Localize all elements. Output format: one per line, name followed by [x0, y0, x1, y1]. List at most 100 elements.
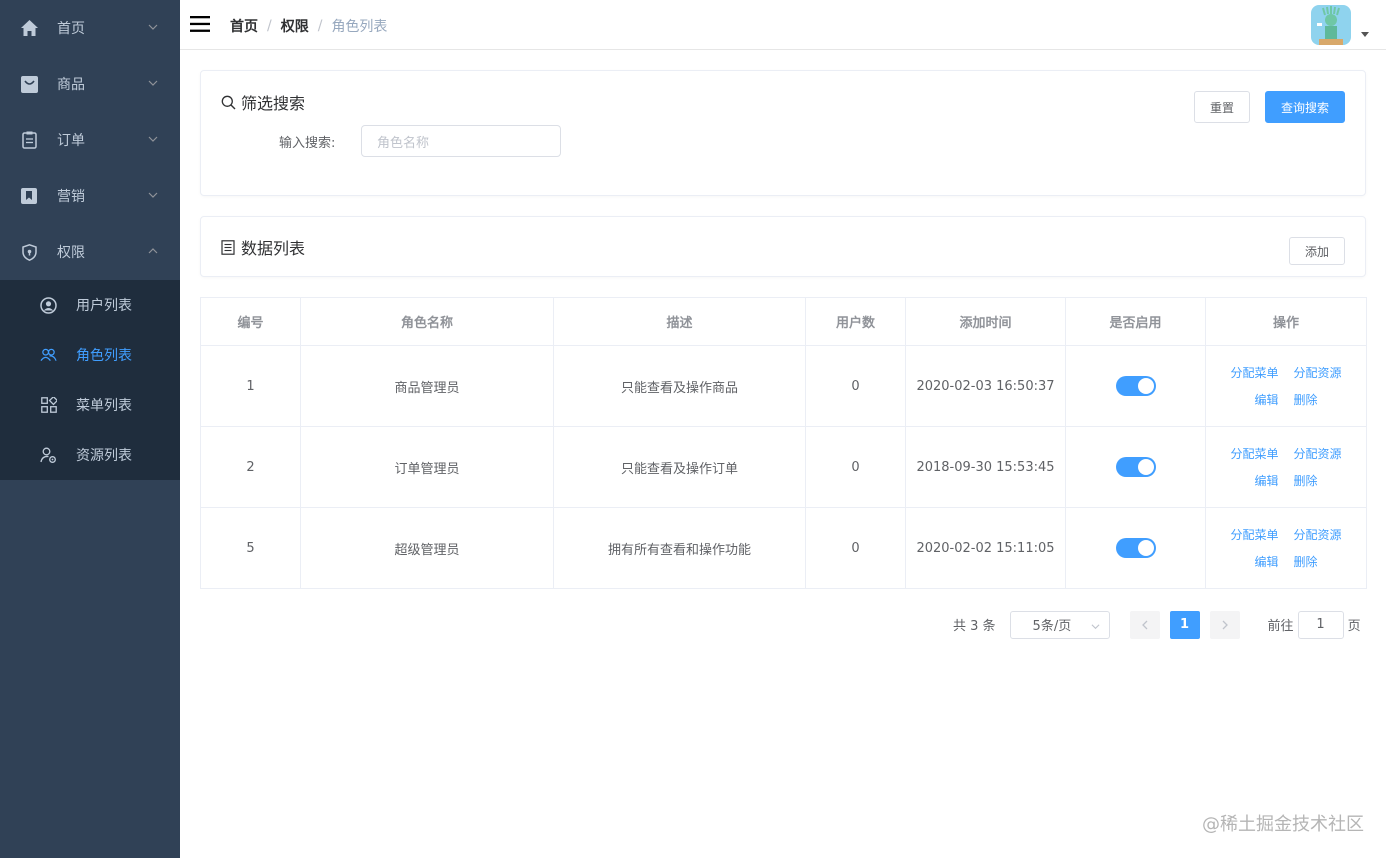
header-id: 编号 [200, 297, 301, 346]
permissions-submenu: 用户列表 角色列表 菜单列表 资源列表 [0, 280, 180, 480]
page-size-select[interactable]: 5条/页 [1009, 610, 1110, 639]
filter-card: 筛选搜索 重置 查询搜索 输入搜索: 角色名称 [200, 70, 1366, 196]
cell-enabled [1065, 507, 1206, 589]
chevron-down-icon [148, 192, 158, 198]
cell-role-name: 超级管理员 [300, 507, 554, 589]
sidebar-item-label: 首页 [57, 21, 85, 37]
breadcrumb-permissions[interactable]: 权限 [281, 16, 309, 36]
cell-description: 拥有所有查看和操作功能 [553, 507, 806, 589]
header-actions: 操作 [1205, 297, 1367, 346]
sidebar-item-home[interactable]: 首页 [0, 0, 180, 56]
sidebar-item-orders[interactable]: 订单 [0, 112, 180, 168]
delete-link[interactable]: 删除 [1294, 472, 1318, 489]
assign-resource-link[interactable]: 分配资源 [1294, 445, 1342, 462]
role-name-input[interactable]: 角色名称 [361, 125, 561, 157]
cell-created-time: 2020-02-03 16:50:37 [905, 345, 1066, 427]
table-row: 2 订单管理员 只能查看及操作订单 0 2018-09-30 15:53:45 … [200, 426, 1367, 508]
cell-id: 1 [200, 345, 301, 427]
breadcrumb-separator: / [317, 18, 323, 34]
user-settings-icon [40, 447, 57, 464]
cell-enabled [1065, 426, 1206, 508]
add-button[interactable]: 添加 [1289, 237, 1345, 265]
breadcrumb-current: 角色列表 [331, 19, 388, 35]
goto-label: 前往 [1267, 619, 1294, 634]
sidebar: 首页 商品 订单 营销 权限 用户列表 角色列表 菜单列表 资源列表 [0, 0, 180, 858]
sidebar-subitem-label: 用户列表 [76, 298, 132, 314]
prev-page-button[interactable] [1129, 610, 1160, 639]
cell-description: 只能查看及操作订单 [553, 426, 806, 508]
edit-link[interactable]: 编辑 [1254, 391, 1278, 408]
sidebar-subitem-label: 角色列表 [76, 348, 132, 364]
cell-actions: 分配菜单 分配资源 编辑 删除 [1205, 426, 1367, 508]
chevron-down-icon [148, 24, 158, 30]
avatar[interactable] [1311, 5, 1351, 45]
cell-id: 2 [200, 426, 301, 508]
header-created-time: 添加时间 [905, 297, 1066, 346]
next-page-button[interactable] [1209, 610, 1240, 639]
sidebar-item-permissions[interactable]: 权限 [0, 224, 180, 280]
edit-link[interactable]: 编辑 [1254, 553, 1278, 570]
cell-created-time: 2020-02-02 15:11:05 [905, 507, 1066, 589]
chevron-right-icon [1222, 620, 1228, 629]
pagination: 共 3 条 5条/页 1 前往 1 页 [953, 610, 1361, 639]
chevron-left-icon [1141, 620, 1148, 629]
cell-description: 只能查看及操作商品 [553, 345, 806, 427]
list-icon [221, 239, 237, 255]
assign-menu-link[interactable]: 分配菜单 [1230, 445, 1278, 462]
chevron-up-icon [148, 248, 158, 254]
cell-id: 5 [200, 507, 301, 589]
enabled-switch[interactable] [1115, 538, 1156, 558]
table-row: 5 超级管理员 拥有所有查看和操作功能 0 2020-02-02 15:11:0… [200, 507, 1367, 589]
page-number-1[interactable]: 1 [1169, 610, 1200, 639]
chevron-down-icon [148, 80, 158, 86]
data-list-title: 数据列表 [221, 235, 305, 259]
assign-menu-link[interactable]: 分配菜单 [1230, 526, 1278, 543]
goto-page-input[interactable]: 1 [1297, 610, 1344, 639]
edit-link[interactable]: 编辑 [1254, 472, 1278, 489]
data-list-title-text: 数据列表 [241, 239, 306, 258]
sidebar-subitem-label: 资源列表 [76, 448, 132, 464]
enabled-switch[interactable] [1115, 457, 1156, 477]
page-suffix-label: 页 [1347, 619, 1361, 634]
reset-button[interactable]: 重置 [1194, 91, 1250, 123]
filter-title-text: 筛选搜索 [241, 94, 306, 113]
header-user-count: 用户数 [805, 297, 906, 346]
sidebar-subitem-resource-list[interactable]: 资源列表 [0, 430, 180, 480]
home-icon [20, 19, 38, 37]
breadcrumb-home[interactable]: 首页 [230, 16, 258, 36]
assign-resource-link[interactable]: 分配资源 [1294, 364, 1342, 381]
hamburger-icon[interactable] [190, 15, 210, 33]
header-role-name: 角色名称 [300, 297, 554, 346]
assign-resource-link[interactable]: 分配资源 [1294, 526, 1342, 543]
delete-link[interactable]: 删除 [1294, 391, 1318, 408]
sidebar-item-marketing[interactable]: 营销 [0, 168, 180, 224]
sidebar-item-products[interactable]: 商品 [0, 56, 180, 112]
delete-link[interactable]: 删除 [1294, 553, 1318, 570]
cell-created-time: 2018-09-30 15:53:45 [905, 426, 1066, 508]
sidebar-item-label: 订单 [57, 133, 85, 149]
page-size-value: 5条/页 [1032, 619, 1072, 634]
search-icon [221, 94, 237, 110]
sidebar-subitem-user-list[interactable]: 用户列表 [0, 280, 180, 330]
grid-icon [40, 397, 57, 414]
enabled-switch[interactable] [1115, 376, 1156, 396]
cell-role-name: 商品管理员 [300, 345, 554, 427]
user-circle-icon [40, 296, 57, 314]
header-description: 描述 [553, 297, 806, 346]
shield-icon [20, 243, 38, 261]
clipboard-icon [20, 131, 38, 149]
table-header-row: 编号 角色名称 描述 用户数 添加时间 是否启用 操作 [200, 297, 1367, 346]
sidebar-subitem-role-list[interactable]: 角色列表 [0, 330, 180, 380]
caret-down-icon[interactable] [1361, 32, 1369, 37]
cell-enabled [1065, 345, 1206, 427]
sidebar-subitem-menu-list[interactable]: 菜单列表 [0, 380, 180, 430]
watermark: @稀土掘金技术社区 [1202, 814, 1364, 835]
sidebar-item-label: 营销 [57, 189, 85, 205]
search-button[interactable]: 查询搜索 [1265, 91, 1345, 123]
assign-menu-link[interactable]: 分配菜单 [1230, 364, 1278, 381]
table-row: 1 商品管理员 只能查看及操作商品 0 2020-02-03 16:50:37 … [200, 345, 1367, 427]
chevron-down-icon [1091, 623, 1100, 629]
cell-role-name: 订单管理员 [300, 426, 554, 508]
navbar: 首页 / 权限 / 角色列表 [180, 0, 1386, 50]
breadcrumb: 首页 / 权限 / 角色列表 [230, 16, 387, 36]
